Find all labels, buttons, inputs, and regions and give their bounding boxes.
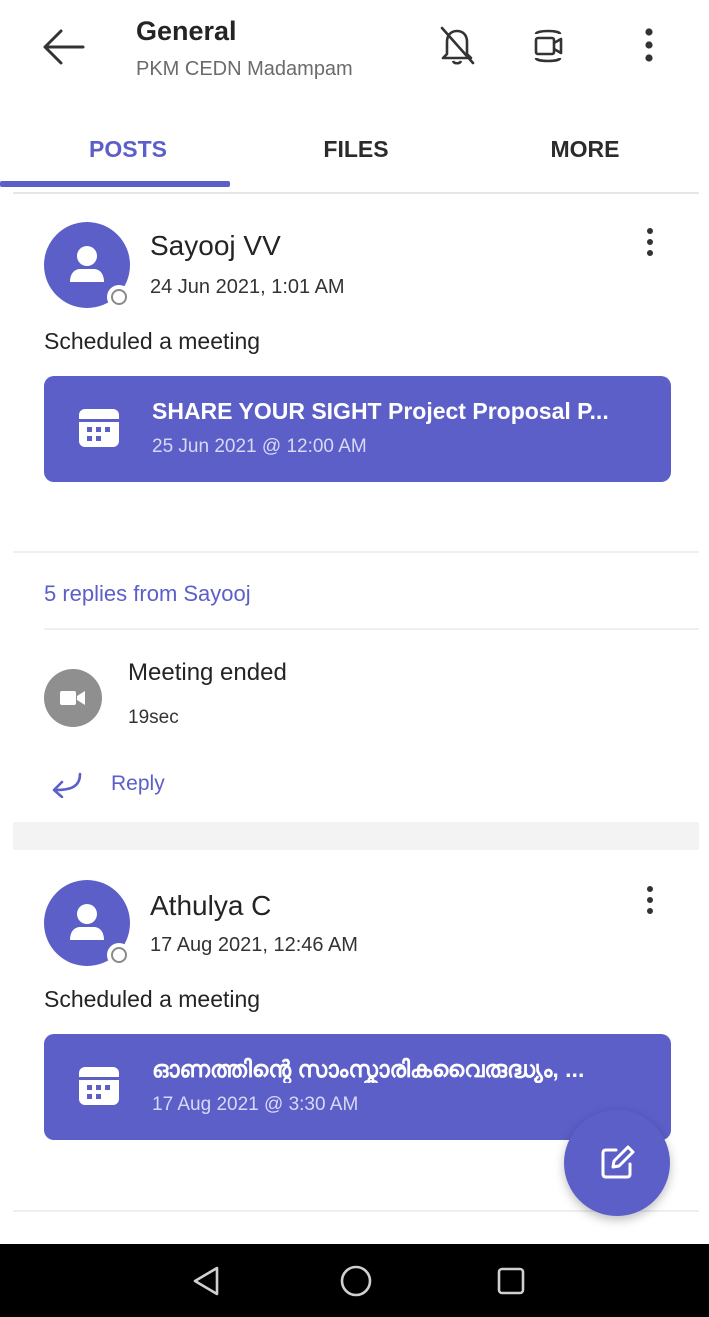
meeting-avatar xyxy=(44,669,102,727)
nav-home-icon xyxy=(340,1265,372,1297)
more-vertical-icon xyxy=(647,228,653,256)
avatar[interactable] xyxy=(44,222,131,309)
post-message: Scheduled a meeting xyxy=(44,328,261,354)
mute-notifications-button[interactable] xyxy=(434,22,480,68)
post-card: Sayooj VV 24 Jun 2021, 1:01 AM Scheduled… xyxy=(13,200,699,822)
post-message: Scheduled a meeting xyxy=(44,986,261,1012)
meeting-card[interactable]: SHARE YOUR SIGHT Project Proposal P... 2… xyxy=(44,376,671,482)
meet-now-icon xyxy=(534,29,563,63)
reply-arrow-icon xyxy=(52,772,82,798)
meeting-duration: 19sec xyxy=(128,707,179,728)
compose-icon xyxy=(601,1145,635,1179)
post-timestamp: 24 Jun 2021, 1:01 AM xyxy=(150,276,345,298)
meeting-title: ഓണത്തിന്റെ സാംസ്കാരികവൈരുദ്ധ്യം, ... xyxy=(152,1056,585,1082)
bell-off-icon xyxy=(440,26,475,65)
team-name: PKM CEDN Madampam xyxy=(136,58,353,80)
back-button[interactable] xyxy=(38,22,88,72)
meet-now-button[interactable] xyxy=(525,22,571,68)
channel-title: General xyxy=(136,16,237,46)
post-author[interactable]: Athulya C xyxy=(150,890,271,922)
meeting-date: 17 Aug 2021 @ 3:30 AM xyxy=(152,1094,359,1115)
post-separator xyxy=(13,822,699,850)
system-home-button[interactable] xyxy=(333,1258,379,1304)
divider xyxy=(13,551,699,553)
presence-status-icon xyxy=(107,943,131,967)
post-timestamp: 17 Aug 2021, 12:46 AM xyxy=(150,934,358,956)
active-tab-indicator xyxy=(0,181,230,187)
channel-header: General PKM CEDN Madampam xyxy=(0,0,709,106)
new-post-button[interactable] xyxy=(564,1110,670,1216)
post-author[interactable]: Sayooj VV xyxy=(150,230,281,262)
tab-more[interactable]: MORE xyxy=(471,106,699,192)
system-navigation-bar xyxy=(0,1244,709,1317)
post-more-button[interactable] xyxy=(635,220,665,264)
video-camera-icon xyxy=(60,691,85,705)
reply-title: Meeting ended xyxy=(128,659,287,686)
replies-link[interactable]: 5 replies from Sayooj xyxy=(44,581,251,607)
meeting-title: SHARE YOUR SIGHT Project Proposal P... xyxy=(152,398,609,424)
back-arrow-icon xyxy=(43,29,85,65)
system-recents-button[interactable] xyxy=(488,1258,534,1304)
more-vertical-icon xyxy=(645,28,653,62)
meeting-card[interactable]: ഓണത്തിന്റെ സാംസ്കാരികവൈരുദ്ധ്യം, ... 17 … xyxy=(44,1034,671,1140)
calendar-icon xyxy=(79,1067,119,1105)
more-vertical-icon xyxy=(647,886,653,914)
calendar-icon xyxy=(79,409,119,447)
presence-status-icon xyxy=(107,285,131,309)
divider xyxy=(44,628,699,630)
avatar[interactable] xyxy=(44,880,131,967)
more-options-button[interactable] xyxy=(626,22,672,68)
system-back-button[interactable] xyxy=(183,1258,229,1304)
nav-recents-icon xyxy=(497,1267,525,1295)
meeting-date: 25 Jun 2021 @ 12:00 AM xyxy=(152,436,367,457)
tab-files[interactable]: FILES xyxy=(241,106,471,192)
reply-button[interactable]: Reply xyxy=(111,772,165,796)
tab-posts[interactable]: POSTS xyxy=(13,106,243,192)
nav-back-icon xyxy=(193,1266,219,1296)
post-more-button[interactable] xyxy=(635,878,665,922)
